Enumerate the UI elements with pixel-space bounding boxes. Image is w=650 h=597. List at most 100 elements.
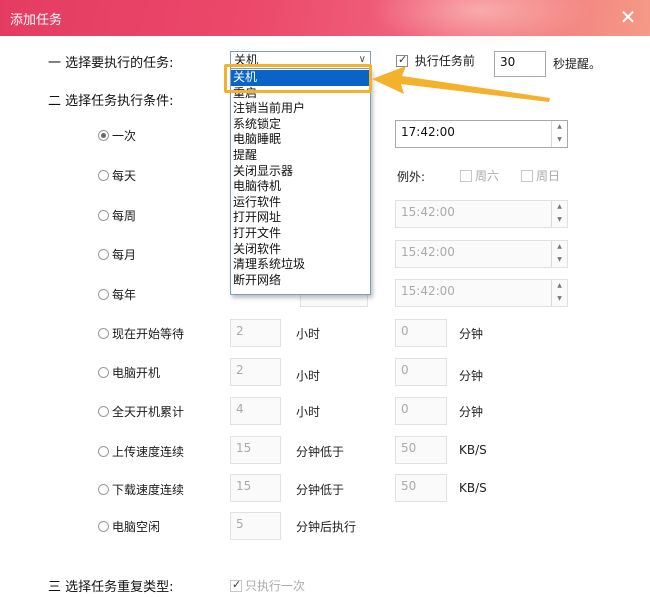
exceptions-label: 例外:	[397, 170, 426, 184]
window-title: 添加任务	[10, 13, 63, 28]
option-download-speed[interactable]: 下载速度连续	[98, 481, 184, 498]
radio-idle[interactable]	[98, 521, 109, 532]
option-upload-speed[interactable]: 上传速度连续	[98, 443, 184, 460]
radio-uptime-total[interactable]	[98, 406, 109, 417]
task-option[interactable]: 重启	[231, 86, 370, 102]
task-option[interactable]: 注销当前用户	[231, 101, 370, 117]
wait-minutes-input[interactable]: 0	[395, 319, 447, 347]
option-on-boot-label: 电脑开机	[112, 366, 161, 380]
option-on-boot[interactable]: 电脑开机	[98, 364, 160, 381]
task-option[interactable]: 提醒	[231, 148, 370, 164]
option-download-speed-label: 下载速度连续	[112, 483, 185, 497]
caret-down-icon[interactable]: ▼	[552, 254, 567, 267]
exception-sunday[interactable]: 周日	[521, 167, 560, 184]
task-select-value: 关机	[234, 53, 259, 67]
radio-weekly[interactable]	[98, 210, 109, 221]
caret-up-icon[interactable]: ▲	[552, 201, 567, 214]
section2-label: 二 选择任务执行条件:	[48, 94, 174, 109]
run-once-checkbox[interactable]	[230, 578, 242, 592]
download-minutes-unit: 分钟低于	[296, 483, 345, 497]
option-daily[interactable]: 每天	[98, 167, 136, 184]
task-dropdown-list[interactable]: 关机 重启 注销当前用户 系统锁定 电脑睡眠 提醒 关闭显示器 电脑待机 运行软…	[230, 68, 371, 295]
radio-wait-from-now[interactable]	[98, 328, 109, 339]
monthly-time-value: 15:42:00	[401, 245, 455, 259]
option-once-label: 一次	[112, 129, 137, 143]
chevron-down-icon[interactable]: ∨	[359, 52, 366, 68]
monthly-time-spinner[interactable]: ▲ ▼	[551, 241, 567, 267]
radio-upload-speed[interactable]	[98, 446, 109, 457]
task-option[interactable]: 清理系统垃圾	[231, 257, 370, 273]
option-weekly-label: 每周	[112, 209, 137, 223]
boot-minutes-input[interactable]: 0	[395, 358, 447, 386]
monthly-time-input[interactable]: 15:42:00 ▲ ▼	[395, 240, 568, 268]
weekly-time-input[interactable]: 15:42:00 ▲ ▼	[395, 200, 568, 228]
caret-down-icon[interactable]: ▼	[552, 293, 567, 306]
option-idle-label: 电脑空闲	[112, 520, 161, 534]
caret-up-icon[interactable]: ▲	[552, 280, 567, 293]
task-option[interactable]: 关闭显示器	[231, 164, 370, 180]
radio-daily[interactable]	[98, 170, 109, 181]
option-monthly-label: 每月	[112, 248, 137, 262]
caret-down-icon[interactable]: ▼	[552, 134, 567, 147]
sunday-label: 周日	[536, 169, 561, 183]
saturday-checkbox[interactable]	[460, 169, 472, 182]
option-idle[interactable]: 电脑空闲	[98, 518, 160, 535]
uptime-minutes-input[interactable]: 0	[395, 397, 447, 425]
task-option[interactable]: 断开网络	[231, 273, 370, 289]
weekly-time-spinner[interactable]: ▲ ▼	[551, 201, 567, 227]
task-option[interactable]: 关闭软件	[231, 242, 370, 258]
run-once-row[interactable]: 只执行一次	[230, 577, 305, 594]
download-minutes-input[interactable]: 15	[230, 474, 281, 502]
boot-hours-input[interactable]: 2	[230, 358, 281, 386]
close-icon[interactable]: ✕	[616, 6, 640, 30]
saturday-label: 周六	[475, 169, 500, 183]
option-weekly[interactable]: 每周	[98, 207, 136, 224]
task-option[interactable]: 电脑睡眠	[231, 132, 370, 148]
radio-download-speed[interactable]	[98, 484, 109, 495]
title-bar: 添加任务 ✕	[0, 0, 650, 50]
uptime-minutes-unit: 分钟	[459, 405, 484, 419]
section3-label: 三 选择任务重复类型:	[48, 580, 174, 595]
option-wait-from-now[interactable]: 现在开始等待	[98, 325, 184, 342]
once-time-spinner[interactable]: ▲ ▼	[551, 121, 567, 147]
uptime-hours-input[interactable]: 4	[230, 397, 281, 425]
option-uptime-total[interactable]: 全天开机累计	[98, 403, 184, 420]
caret-up-icon[interactable]: ▲	[552, 241, 567, 254]
task-option[interactable]: 打开文件	[231, 226, 370, 242]
radio-monthly[interactable]	[98, 249, 109, 260]
option-once[interactable]: 一次	[98, 127, 136, 144]
task-select[interactable]: 关机 ∨	[230, 51, 371, 69]
task-option[interactable]: 关机	[231, 70, 370, 86]
radio-on-boot[interactable]	[98, 367, 109, 378]
once-time-input[interactable]: 17:42:00 ▲ ▼	[395, 120, 568, 148]
option-daily-label: 每天	[112, 169, 137, 183]
radio-yearly[interactable]	[98, 289, 109, 300]
caret-up-icon[interactable]: ▲	[552, 121, 567, 134]
download-speed-unit: KB/S	[459, 481, 487, 495]
weekly-time-value: 15:42:00	[401, 205, 455, 219]
wait-hours-input[interactable]: 2	[230, 319, 281, 347]
arrow-left-icon	[372, 66, 550, 102]
option-yearly[interactable]: 每年	[98, 286, 136, 303]
task-option[interactable]: 打开网址	[231, 210, 370, 226]
option-monthly[interactable]: 每月	[98, 246, 136, 263]
task-option[interactable]: 系统锁定	[231, 117, 370, 133]
wait-minutes-unit: 分钟	[459, 327, 484, 341]
sunday-checkbox[interactable]	[521, 169, 533, 182]
radio-once[interactable]	[98, 130, 109, 141]
option-uptime-total-label: 全天开机累计	[112, 405, 185, 419]
task-option[interactable]: 电脑待机	[231, 179, 370, 195]
boot-minutes-unit: 分钟	[459, 369, 484, 383]
upload-minutes-input[interactable]: 15	[230, 436, 281, 464]
yearly-time-input[interactable]: 15:42:00 ▲ ▼	[395, 279, 568, 307]
idle-minutes-input[interactable]: 5	[230, 512, 281, 540]
download-speed-input[interactable]: 50	[395, 474, 447, 502]
yearly-time-spinner[interactable]: ▲ ▼	[551, 280, 567, 306]
wait-hours-unit: 小时	[296, 327, 321, 341]
upload-speed-input[interactable]: 50	[395, 436, 447, 464]
exception-saturday[interactable]: 周六	[460, 167, 499, 184]
task-option[interactable]: 运行软件	[231, 195, 370, 211]
caret-down-icon[interactable]: ▼	[552, 214, 567, 227]
yearly-time-value: 15:42:00	[401, 284, 455, 298]
option-upload-speed-label: 上传速度连续	[112, 445, 185, 459]
